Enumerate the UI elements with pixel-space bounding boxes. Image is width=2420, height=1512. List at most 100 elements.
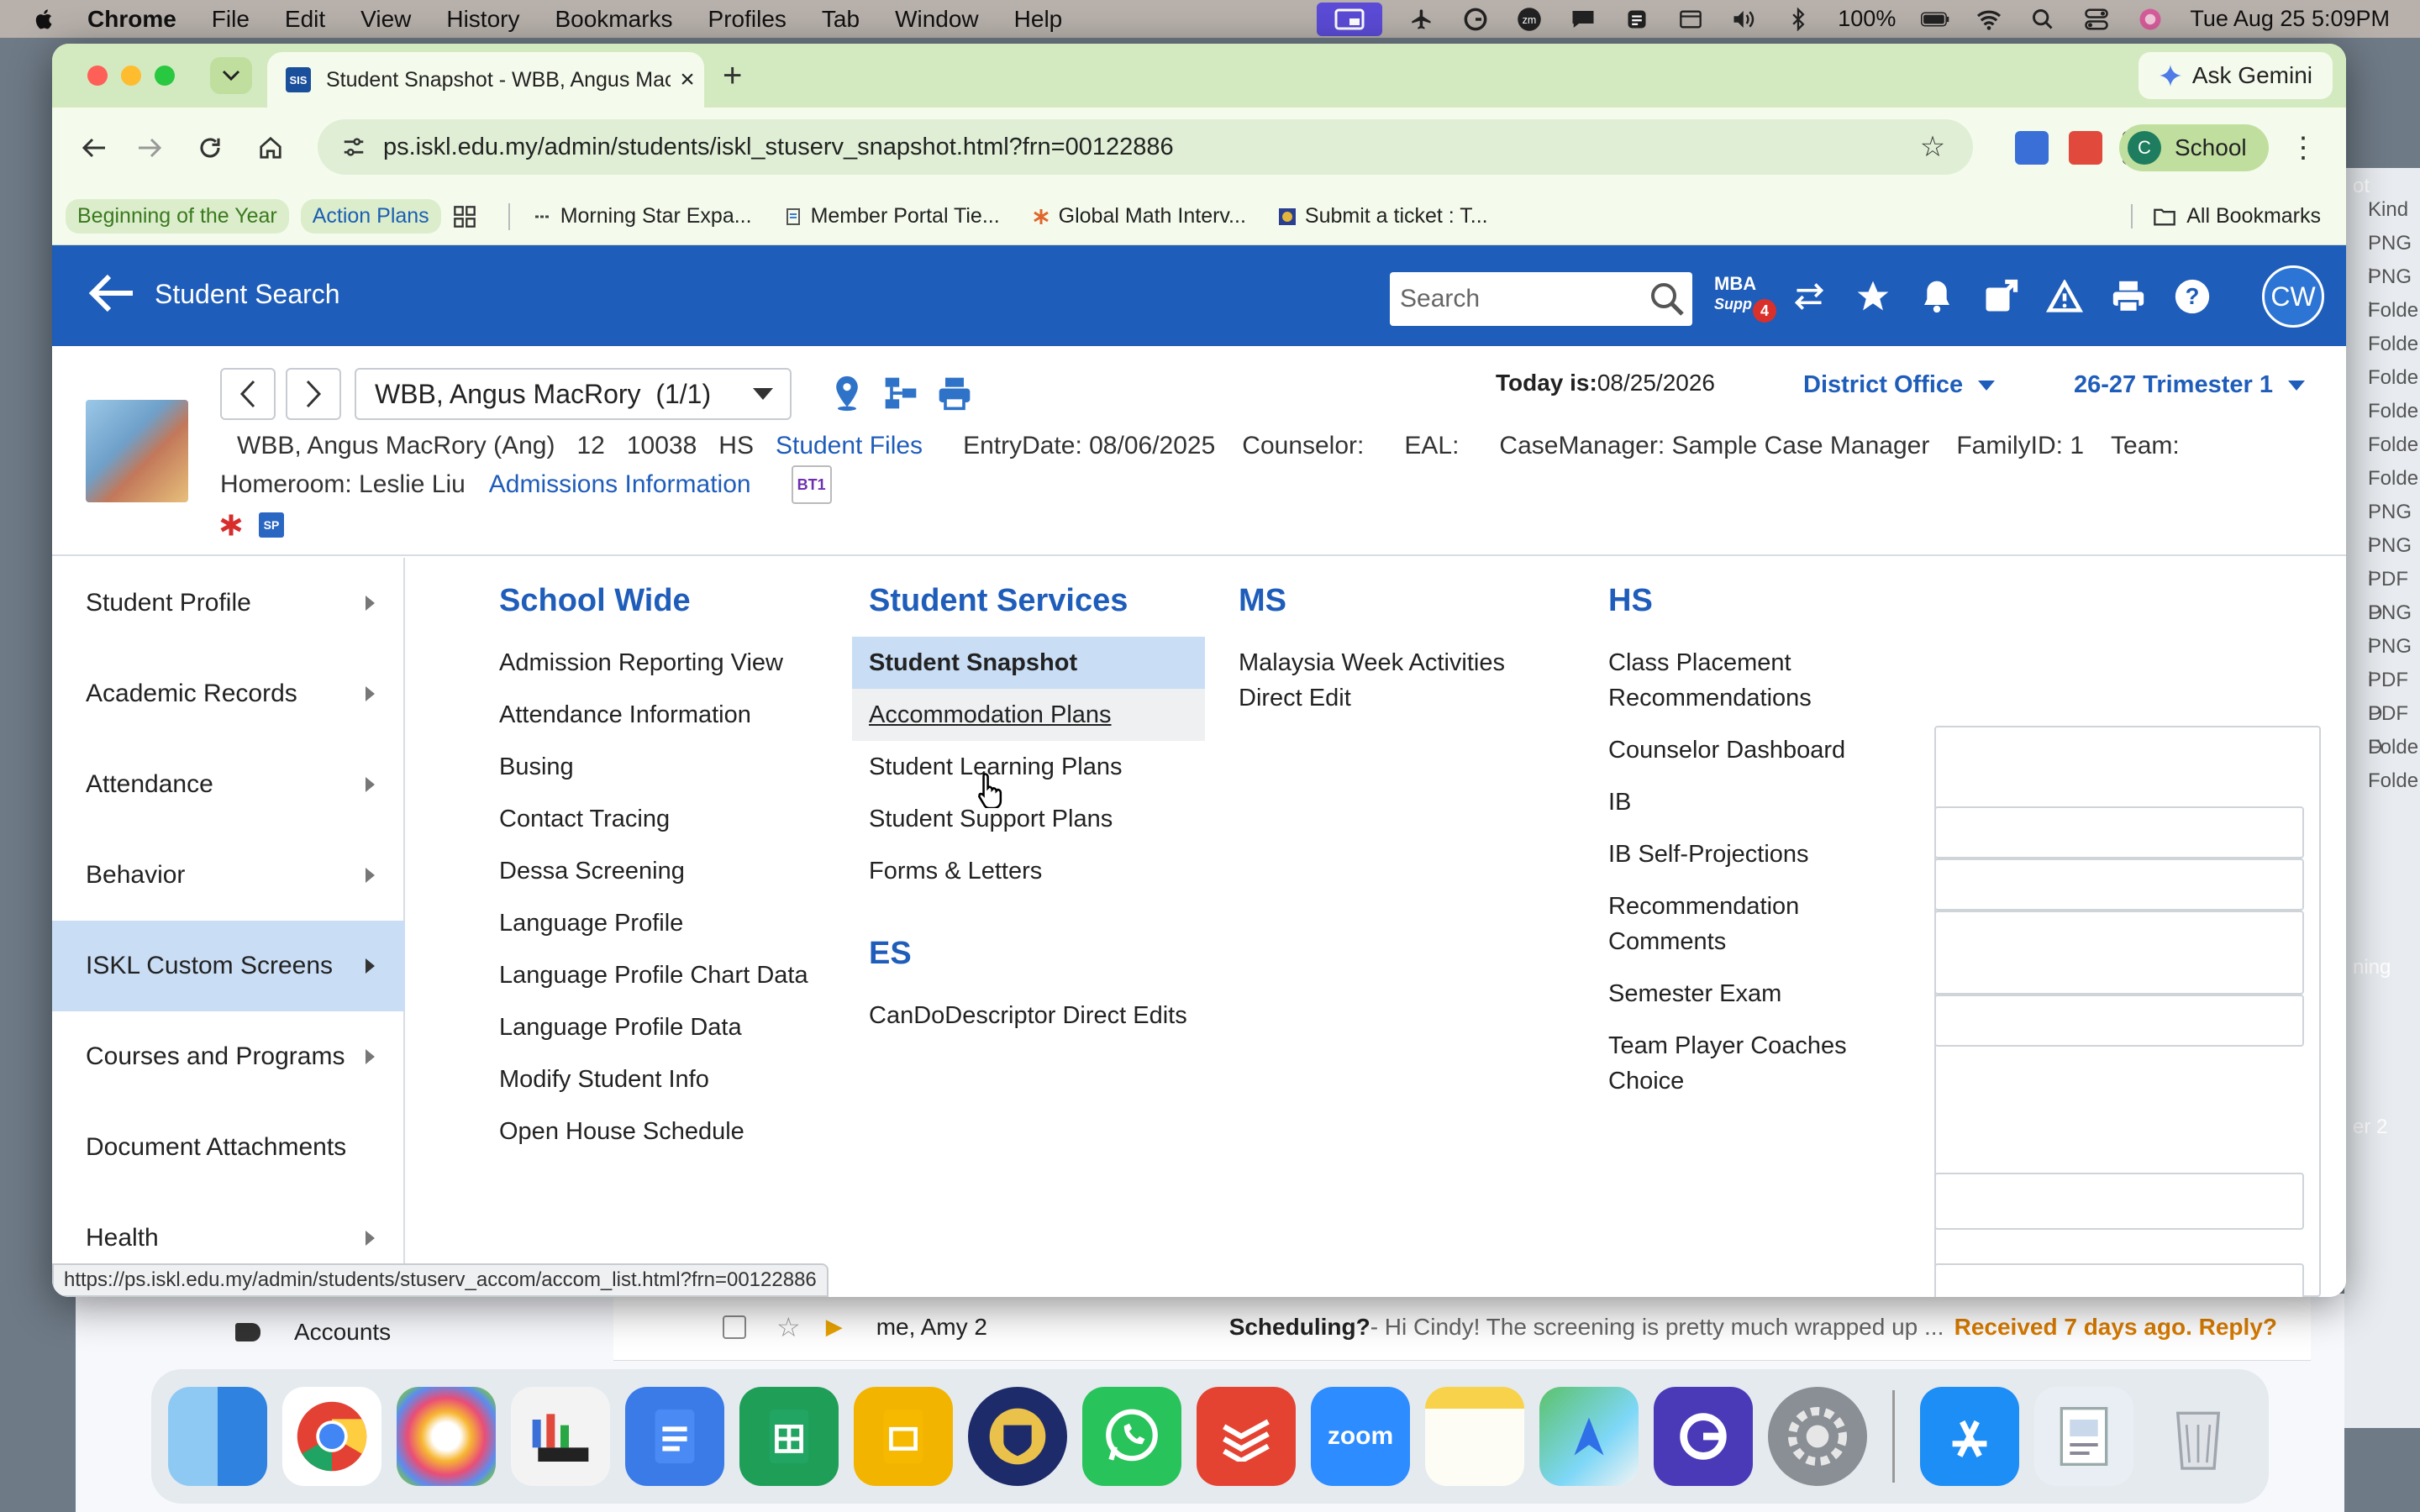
maps-icon[interactable]	[1539, 1387, 1639, 1486]
menu-item-student-snapshot[interactable]: Student Snapshot	[852, 637, 1205, 689]
previous-student-button[interactable]	[220, 368, 276, 420]
header-search-input[interactable]: Search	[1390, 272, 1692, 326]
zoom-status-icon[interactable]: zm	[1515, 7, 1544, 32]
menu-item[interactable]: Counselor Dashboard	[1591, 724, 1877, 776]
site-info-icon[interactable]	[341, 134, 366, 160]
help-icon[interactable]: ?	[2173, 277, 2212, 316]
map-pin-icon[interactable]	[829, 375, 865, 412]
spotlight-search-icon[interactable]	[2028, 7, 2057, 32]
app-store-icon[interactable]	[1920, 1387, 2019, 1486]
menu-item[interactable]: CanDoDescriptor Direct Edits	[852, 990, 1205, 1042]
menu-item[interactable]: Malaysia Week Activities Direct Edit	[1222, 637, 1524, 724]
extension-todoist-icon[interactable]	[2069, 131, 2102, 165]
screen-share-icon[interactable]	[1317, 2, 1383, 36]
bookmark-action-plans[interactable]: Action Plans	[300, 199, 441, 234]
chrome-icon[interactable]	[282, 1387, 381, 1486]
url-text[interactable]: ps.iskl.edu.my/admin/students/iskl_stuse…	[383, 134, 1916, 161]
ask-gemini-button[interactable]: Ask Gemini	[2138, 52, 2333, 99]
favorites-star-icon[interactable]	[1854, 277, 1892, 316]
bookmark-beginning-of-year[interactable]: Beginning of the Year	[66, 199, 289, 234]
presentation-app-icon[interactable]	[511, 1387, 610, 1486]
battery-icon[interactable]	[1921, 7, 1949, 32]
airplane-icon[interactable]	[1407, 7, 1436, 32]
bookmark-morning-star[interactable]: Morning Star Expa...	[534, 204, 752, 228]
bookmark-star-icon[interactable]: ☆	[1916, 130, 1949, 164]
back-to-search-icon[interactable]	[86, 272, 136, 321]
all-bookmarks-button[interactable]: All Bookmarks	[2131, 204, 2321, 228]
apple-icon[interactable]	[32, 7, 57, 32]
wifi-icon[interactable]	[1975, 7, 2003, 32]
school-selector-dropdown[interactable]: District Office	[1803, 371, 1996, 399]
google-slides-icon[interactable]	[854, 1387, 953, 1486]
minimize-window-button[interactable]	[121, 66, 141, 86]
bluetooth-icon[interactable]	[1784, 7, 1812, 32]
importance-marker-icon[interactable]: ▶	[826, 1314, 843, 1340]
menu-item[interactable]: Admission Reporting View	[482, 637, 835, 689]
mba-support-icon[interactable]: MBA Supp 4	[1714, 274, 1776, 323]
menu-window[interactable]: Window	[895, 6, 979, 33]
menu-tab[interactable]: Tab	[822, 6, 860, 33]
google-sheets-icon[interactable]	[739, 1387, 839, 1486]
menu-help[interactable]: Help	[1014, 6, 1063, 33]
bookmark-member-portal[interactable]: Member Portal Tie...	[784, 204, 1000, 228]
clipboard-status-icon[interactable]	[1623, 7, 1651, 32]
photos-icon[interactable]	[397, 1387, 496, 1486]
menu-item-accommodation-plans[interactable]: Accommodation Plans	[852, 689, 1205, 741]
menu-item[interactable]: IB	[1591, 776, 1877, 828]
bookmark-global-math[interactable]: Global Math Interv...	[1032, 204, 1246, 228]
control-center-icon[interactable]	[2082, 7, 2111, 32]
school-app-icon[interactable]	[968, 1387, 1067, 1486]
home-icon[interactable]	[247, 124, 294, 171]
menu-item[interactable]: Attendance Information	[482, 689, 835, 741]
print-icon[interactable]	[936, 375, 973, 412]
todoist-icon[interactable]	[1197, 1387, 1296, 1486]
nav-iskl-custom-screens[interactable]: ISKL Custom Screens	[52, 921, 405, 1011]
nav-attendance[interactable]: Attendance	[52, 739, 405, 830]
siri-icon[interactable]	[2136, 7, 2165, 32]
grammarly-icon[interactable]	[1461, 7, 1490, 32]
nav-academic-records[interactable]: Academic Records	[52, 648, 405, 739]
menu-item[interactable]: IB Self-Projections	[1591, 828, 1877, 880]
user-avatar[interactable]: CW	[2262, 265, 2324, 328]
student-files-link[interactable]: Student Files	[776, 432, 923, 460]
bookmark-submit-ticket[interactable]: Submit a ticket : T...	[1278, 204, 1488, 228]
nav-behavior[interactable]: Behavior	[52, 830, 405, 921]
bt1-badge[interactable]: BT1	[791, 465, 832, 504]
external-link-icon[interactable]	[1981, 277, 2020, 316]
address-bar[interactable]: ps.iskl.edu.my/admin/students/iskl_stuse…	[318, 119, 1973, 175]
menu-item[interactable]: Language Profile	[482, 897, 835, 949]
menu-edit[interactable]: Edit	[285, 6, 325, 33]
profile-button[interactable]: C School	[2119, 124, 2269, 171]
tab-search-button[interactable]	[210, 57, 252, 94]
google-docs-icon[interactable]	[625, 1387, 724, 1486]
menu-item[interactable]: Dessa Screening	[482, 845, 835, 897]
menu-item[interactable]: Class Placement Recommendations	[1591, 637, 1877, 724]
student-selector-dropdown[interactable]: WBB, Angus MacRory (1/1)	[355, 368, 792, 420]
close-window-button[interactable]	[87, 66, 108, 86]
tab-student-snapshot[interactable]: SIS Student Snapshot - WBB, Angus MacRor…	[267, 52, 704, 108]
chrome-menu-icon[interactable]: ⋮	[2289, 131, 2317, 165]
menu-item[interactable]: Modify Student Info	[482, 1053, 835, 1105]
close-tab-icon[interactable]: ×	[671, 66, 704, 94]
finder-icon[interactable]	[168, 1387, 267, 1486]
volume-icon[interactable]	[1730, 7, 1759, 32]
menu-item[interactable]: Team Player Coaches Choice	[1591, 1020, 1877, 1107]
warning-icon[interactable]	[2045, 277, 2084, 316]
forward-arrow-icon[interactable]	[126, 124, 173, 171]
star-icon[interactable]: ☆	[776, 1311, 801, 1343]
menu-file[interactable]: File	[212, 6, 250, 33]
menu-item[interactable]: Recommendation Comments	[1591, 880, 1877, 968]
menu-history[interactable]: History	[446, 6, 519, 33]
menu-item[interactable]: Contact Tracing	[482, 793, 835, 845]
reload-icon[interactable]	[187, 124, 234, 171]
apps-grid-icon[interactable]	[453, 205, 476, 228]
term-selector-dropdown[interactable]: 26-27 Trimester 1	[2074, 371, 2305, 399]
menu-item[interactable]: Semester Exam	[1591, 968, 1877, 1020]
gemini-app-icon[interactable]	[1654, 1387, 1753, 1486]
menu-item[interactable]: Language Profile Data	[482, 1001, 835, 1053]
whatsapp-icon[interactable]	[1082, 1387, 1181, 1486]
menu-bookmarks[interactable]: Bookmarks	[555, 6, 672, 33]
menu-item[interactable]: Forms & Letters	[852, 845, 1205, 897]
zoom-icon[interactable]: zoom	[1311, 1387, 1410, 1486]
trash-icon[interactable]	[2149, 1387, 2248, 1486]
